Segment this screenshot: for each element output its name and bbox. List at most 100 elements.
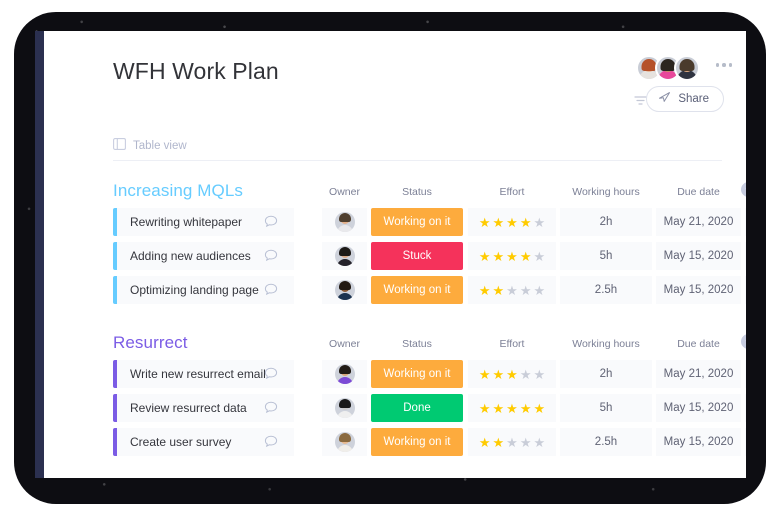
effort-cell[interactable]: ★ ★ ★ ★ ★ [468,360,556,388]
due-date-cell[interactable]: May 15, 2020 [656,428,741,456]
status-badge[interactable]: Working on it [371,208,463,236]
star-icon[interactable]: ★ [533,368,545,381]
working-hours-cell[interactable]: 2h [560,208,652,236]
star-icon[interactable]: ★ [533,250,545,263]
task-name-cell[interactable]: Create user survey [117,428,294,456]
star-icon[interactable]: ★ [493,250,505,263]
star-icon[interactable]: ★ [533,402,545,415]
star-icon[interactable]: ★ [479,436,491,449]
star-icon[interactable]: ★ [533,436,545,449]
star-icon[interactable]: ★ [479,284,491,297]
empty-cell[interactable] [745,208,746,236]
effort-cell[interactable]: ★ ★ ★ ★ ★ [468,394,556,422]
star-icon[interactable]: ★ [493,402,505,415]
owner-cell[interactable] [322,360,367,388]
star-icon[interactable]: ★ [493,368,505,381]
due-date-cell[interactable]: May 21, 2020 [656,360,741,388]
star-icon[interactable]: ★ [493,216,505,229]
empty-cell[interactable] [745,360,746,388]
star-rating[interactable]: ★ ★ ★ ★ ★ [479,402,545,415]
tab-table-view[interactable]: Table view [113,137,187,155]
working-hours-cell[interactable]: 2.5h [560,276,652,304]
star-icon[interactable]: ★ [520,402,532,415]
due-date-cell[interactable]: May 15, 2020 [656,276,741,304]
effort-cell[interactable]: ★ ★ ★ ★ ★ [468,208,556,236]
due-date-cell[interactable]: May 15, 2020 [656,394,741,422]
empty-cell[interactable] [745,428,746,456]
owner-cell[interactable] [322,428,367,456]
star-icon[interactable]: ★ [520,216,532,229]
effort-cell[interactable]: ★ ★ ★ ★ ★ [468,242,556,270]
star-rating[interactable]: ★ ★ ★ ★ ★ [479,436,545,449]
star-icon[interactable]: ★ [479,250,491,263]
table-row[interactable]: Optimizing landing page Working on it ★ ★ ★ ★… [44,276,746,304]
table-row[interactable]: Write new resurrect email Working on it ★ ★… [44,360,746,388]
star-icon[interactable]: ★ [506,250,518,263]
task-name-cell[interactable]: Optimizing landing page [117,276,294,304]
status-badge[interactable]: Stuck [371,242,463,270]
owner-avatar[interactable] [334,246,355,266]
avatar[interactable] [674,55,700,81]
status-badge[interactable]: Working on it [371,360,463,388]
chat-bubble-icon[interactable] [264,215,278,228]
star-icon[interactable]: ★ [493,284,505,297]
chat-bubble-icon[interactable] [264,249,278,262]
star-icon[interactable]: ★ [479,368,491,381]
task-name-cell[interactable]: Write new resurrect email [117,360,294,388]
star-icon[interactable]: ★ [533,216,545,229]
owner-avatar[interactable] [334,364,355,384]
more-options-icon[interactable] [715,63,732,67]
star-rating[interactable]: ★ ★ ★ ★ ★ [479,368,545,381]
star-rating[interactable]: ★ ★ ★ ★ ★ [479,284,545,297]
chat-bubble-icon[interactable] [264,283,278,296]
task-name-cell[interactable]: Adding new audiences [117,242,294,270]
owner-cell[interactable] [322,208,367,236]
add-column-button[interactable]: + [741,182,746,197]
empty-cell[interactable] [745,394,746,422]
star-icon[interactable]: ★ [493,436,505,449]
owner-cell[interactable] [322,276,367,304]
star-icon[interactable]: ★ [506,284,518,297]
owner-avatar[interactable] [334,398,355,418]
status-badge[interactable]: Working on it [371,276,463,304]
owner-avatar[interactable] [334,280,355,300]
effort-cell[interactable]: ★ ★ ★ ★ ★ [468,276,556,304]
owner-cell[interactable] [322,242,367,270]
status-badge[interactable]: Working on it [371,428,463,456]
status-badge[interactable]: Done [371,394,463,422]
chat-bubble-icon[interactable] [264,401,278,414]
working-hours-cell[interactable]: 2h [560,360,652,388]
table-row[interactable]: Rewriting whitepaper Working on it ★ ★ ★ ★ ★ 2h… [44,208,746,236]
star-icon[interactable]: ★ [479,216,491,229]
chat-bubble-icon[interactable] [264,435,278,448]
share-button[interactable]: Share [646,86,724,112]
table-row[interactable]: Adding new audiences Stuck ★ ★ ★ ★ ★ 5h May 15, … [44,242,746,270]
star-icon[interactable]: ★ [520,250,532,263]
working-hours-cell[interactable]: 2.5h [560,428,652,456]
star-icon[interactable]: ★ [506,436,518,449]
owner-avatar[interactable] [334,212,355,232]
table-row[interactable]: Review resurrect data Done ★ ★ ★ ★ ★ 5h May 15, … [44,394,746,422]
star-icon[interactable]: ★ [506,368,518,381]
star-icon[interactable]: ★ [506,402,518,415]
add-column-button[interactable]: + [741,334,746,349]
star-icon[interactable]: ★ [506,216,518,229]
owner-cell[interactable] [322,394,367,422]
filter-icon[interactable] [634,94,647,107]
star-icon[interactable]: ★ [533,284,545,297]
due-date-cell[interactable]: May 21, 2020 [656,208,741,236]
star-rating[interactable]: ★ ★ ★ ★ ★ [479,250,545,263]
star-icon[interactable]: ★ [520,368,532,381]
working-hours-cell[interactable]: 5h [560,242,652,270]
table-row[interactable]: Create user survey Working on it ★ ★ ★ ★ ★ 2.5h… [44,428,746,456]
task-name-cell[interactable]: Review resurrect data [117,394,294,422]
empty-cell[interactable] [745,242,746,270]
owner-avatar[interactable] [334,432,355,452]
due-date-cell[interactable]: May 15, 2020 [656,242,741,270]
star-rating[interactable]: ★ ★ ★ ★ ★ [479,216,545,229]
working-hours-cell[interactable]: 5h [560,394,652,422]
effort-cell[interactable]: ★ ★ ★ ★ ★ [468,428,556,456]
star-icon[interactable]: ★ [479,402,491,415]
star-icon[interactable]: ★ [520,436,532,449]
task-name-cell[interactable]: Rewriting whitepaper [117,208,294,236]
